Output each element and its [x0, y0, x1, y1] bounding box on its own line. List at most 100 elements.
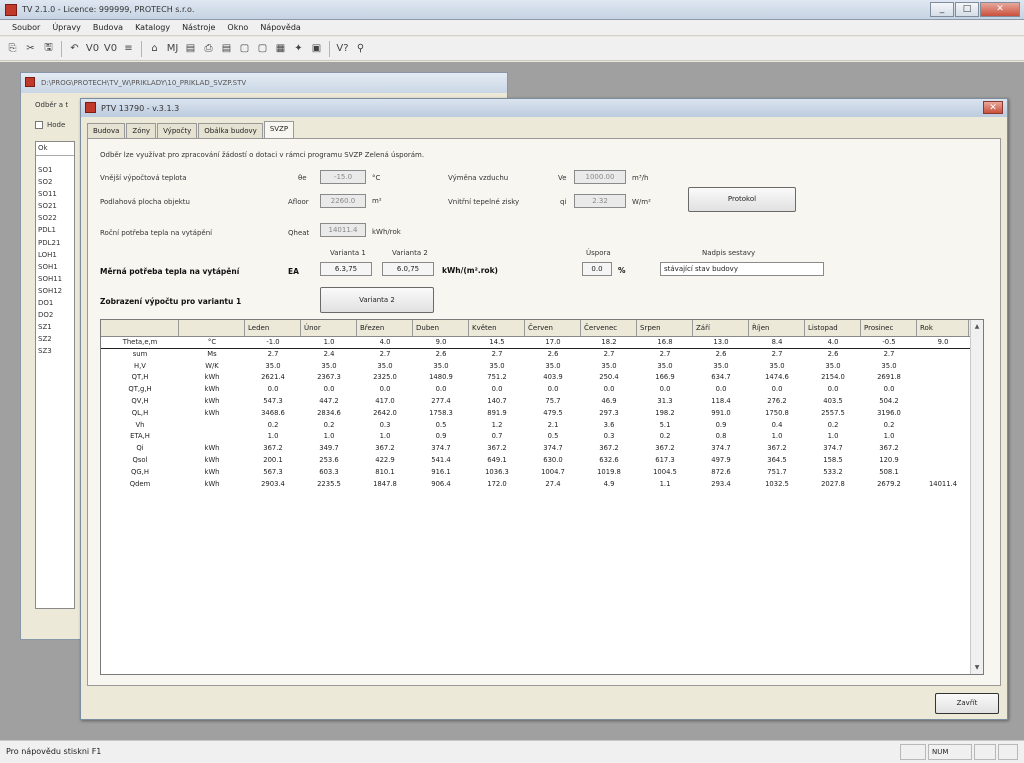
table-cell[interactable]: 508.1 — [861, 467, 917, 479]
table-row[interactable]: H,V W/K 35.0 35.0 35.0 35.0 35.0 35.0 35.0 35.0 35… — [101, 361, 983, 373]
tab-svzp[interactable]: SVZP — [263, 121, 295, 138]
table-cell[interactable]: 9.0 — [917, 337, 969, 348]
table-cell[interactable] — [917, 384, 969, 396]
table-cell[interactable]: 367.2 — [861, 443, 917, 455]
table-cell[interactable]: 547.3 — [245, 396, 301, 408]
table-cell[interactable]: 2367.3 — [301, 372, 357, 384]
table-cell[interactable]: 2.7 — [469, 349, 525, 361]
table-cell[interactable]: 35.0 — [749, 361, 805, 373]
table-icon[interactable]: ▤ — [182, 40, 199, 57]
table-cell[interactable]: 367.2 — [469, 443, 525, 455]
table-cell[interactable]: 35.0 — [245, 361, 301, 373]
table-cell[interactable]: Theta,e,m — [101, 337, 179, 348]
table-cell[interactable]: 17.0 — [525, 337, 581, 348]
report-icon[interactable]: ▤ — [218, 40, 235, 57]
table-cell[interactable]: °C — [179, 337, 245, 348]
close-app-button[interactable]: ✕ — [980, 2, 1020, 17]
column-header[interactable]: Listopad — [805, 320, 861, 336]
list-item[interactable]: SOH11 — [36, 275, 74, 287]
table-cell[interactable]: 2.7 — [749, 349, 805, 361]
size-grip-icon[interactable] — [998, 744, 1018, 760]
column-header[interactable]: Únor — [301, 320, 357, 336]
table-cell[interactable]: 4.0 — [805, 337, 861, 348]
table-cell[interactable]: 630.0 — [525, 455, 581, 467]
table-cell[interactable]: 367.2 — [357, 443, 413, 455]
menu-katalogy[interactable]: Katalogy — [129, 20, 176, 35]
grid-icon[interactable]: ▦ — [272, 40, 289, 57]
savings-field[interactable]: 0.0 — [582, 262, 612, 276]
table-cell[interactable]: 1019.8 — [581, 467, 637, 479]
table-cell[interactable]: 504.2 — [861, 396, 917, 408]
column-header[interactable]: Rok — [917, 320, 969, 336]
table-cell[interactable]: Qdem — [101, 479, 179, 491]
table-cell[interactable]: 250.4 — [581, 372, 637, 384]
table-cell[interactable]: 3196.0 — [861, 408, 917, 420]
table-cell[interactable]: 0.5 — [413, 420, 469, 432]
table-cell[interactable]: 253.6 — [301, 455, 357, 467]
table-cell[interactable]: kWh — [179, 479, 245, 491]
table-cell[interactable]: 2834.6 — [301, 408, 357, 420]
table-cell[interactable]: 603.3 — [301, 467, 357, 479]
table-row[interactable]: QV,H kWh 547.3 447.2 417.0 277.4 140.7 75.7 46.9… — [101, 396, 983, 408]
table-cell[interactable]: 906.4 — [413, 479, 469, 491]
table-cell[interactable]: 5.1 — [637, 420, 693, 432]
list-item[interactable]: SO22 — [36, 214, 74, 226]
table-cell[interactable]: 0.0 — [301, 384, 357, 396]
list-icon[interactable]: ≡ — [120, 40, 137, 57]
table-cell[interactable] — [179, 431, 245, 443]
table-cell[interactable]: 367.2 — [749, 443, 805, 455]
table-cell[interactable]: 31.3 — [637, 396, 693, 408]
column-header[interactable]: Červenec — [581, 320, 637, 336]
menu-budova[interactable]: Budova — [87, 20, 129, 35]
table-row[interactable]: Theta,e,m °C -1.0 1.0 4.0 9.0 14.5 17.0 18.2 16.8… — [101, 337, 983, 349]
column-header[interactable]: Říjen — [749, 320, 805, 336]
table-cell[interactable] — [179, 420, 245, 432]
list-item[interactable]: LOH1 — [36, 251, 74, 263]
annual-field[interactable]: 14011.4 — [320, 223, 366, 237]
new-icon[interactable]: ⎘ — [4, 40, 21, 57]
table-cell[interactable]: 0.9 — [413, 431, 469, 443]
list-item[interactable]: DO2 — [36, 311, 74, 323]
table-cell[interactable]: 0.9 — [693, 420, 749, 432]
table-cell[interactable]: kWh — [179, 467, 245, 479]
table-cell[interactable] — [917, 467, 969, 479]
table-cell[interactable]: 35.0 — [469, 361, 525, 373]
table-cell[interactable]: 2.6 — [693, 349, 749, 361]
table-cell[interactable]: 0.3 — [357, 420, 413, 432]
table-cell[interactable]: 0.0 — [357, 384, 413, 396]
table-cell[interactable]: QV,H — [101, 396, 179, 408]
list-item[interactable]: SZ1 — [36, 323, 74, 335]
table-cell[interactable]: Qi — [101, 443, 179, 455]
table-cell[interactable]: 0.2 — [805, 420, 861, 432]
column-header[interactable]: Srpen — [637, 320, 693, 336]
table-cell[interactable]: 2903.4 — [245, 479, 301, 491]
table-cell[interactable]: 35.0 — [357, 361, 413, 373]
frame-icon[interactable]: ▣ — [308, 40, 325, 57]
v0-icon[interactable]: V0 — [84, 40, 101, 57]
table-cell[interactable]: 403.9 — [525, 372, 581, 384]
table-cell[interactable]: 649.1 — [469, 455, 525, 467]
scroll-up-icon[interactable]: ▲ — [971, 320, 983, 333]
table-cell[interactable]: 158.5 — [805, 455, 861, 467]
table-cell[interactable]: 1.0 — [749, 431, 805, 443]
table-cell[interactable]: -0.5 — [861, 337, 917, 348]
table-cell[interactable]: 140.7 — [469, 396, 525, 408]
table-cell[interactable]: 2.6 — [525, 349, 581, 361]
table-cell[interactable]: QL,H — [101, 408, 179, 420]
table-cell[interactable]: 364.5 — [749, 455, 805, 467]
scroll-down-icon[interactable]: ▼ — [971, 661, 983, 674]
table-row[interactable]: ETA,H 1.0 1.0 1.0 0.9 0.7 0.5 0.3 0.2 0.8 1.0 1.0 1.… — [101, 431, 983, 443]
table-cell[interactable]: 1004.5 — [637, 467, 693, 479]
table-cell[interactable] — [917, 396, 969, 408]
table-cell[interactable]: 297.3 — [581, 408, 637, 420]
table-cell[interactable]: 118.4 — [693, 396, 749, 408]
table-cell[interactable]: 2.7 — [357, 349, 413, 361]
table-row[interactable]: Qdem kWh 2903.4 2235.5 1847.8 906.4 172.0 27.4 4… — [101, 479, 983, 491]
table-cell[interactable]: 634.7 — [693, 372, 749, 384]
table-cell[interactable]: 0.8 — [693, 431, 749, 443]
table-cell[interactable]: 120.9 — [861, 455, 917, 467]
table-cell[interactable]: 1004.7 — [525, 467, 581, 479]
maximize-button[interactable]: □ — [955, 2, 979, 17]
table-cell[interactable]: 0.2 — [637, 431, 693, 443]
table-cell[interactable]: 367.2 — [637, 443, 693, 455]
